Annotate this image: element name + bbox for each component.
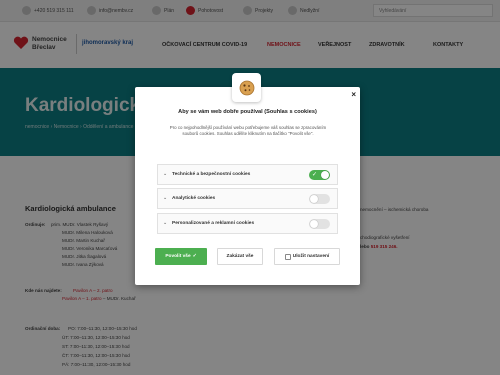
toggle-knob [310, 195, 318, 203]
cookie-category-analytics[interactable]: ⌄ Analytické cookies [157, 188, 338, 209]
settings-icon [284, 253, 291, 260]
close-button[interactable]: × [351, 90, 356, 99]
check-icon: ✓ [192, 254, 197, 259]
cookie-category-marketing[interactable]: ⌄ Personalizované a reklamní cookies [157, 213, 338, 234]
modal-description: Pro co nejpohodlnější používání webu pot… [169, 125, 327, 136]
cookie-consent-modal: × Aby se vám web dobře používal (Souhlas… [135, 87, 360, 285]
cookie-badge [232, 73, 261, 102]
check-icon: ✓ [312, 172, 318, 178]
cookie-category-technical[interactable]: ⌄ Technické a bezpečnostní cookies ✓ [157, 164, 338, 185]
reject-all-button[interactable]: Zakázat vše [217, 248, 263, 265]
accept-all-button[interactable]: Povolit vše ✓ [155, 248, 207, 265]
toggle-knob [321, 171, 329, 179]
chevron-down-icon: ⌄ [163, 220, 168, 226]
save-settings-button[interactable]: Uložit nastavení [274, 248, 340, 265]
cookie-icon [239, 80, 254, 95]
analytics-cookies-toggle[interactable] [309, 194, 330, 204]
toggle-knob [310, 220, 318, 228]
chevron-down-icon: ⌄ [163, 195, 168, 201]
marketing-cookies-toggle[interactable] [309, 219, 330, 229]
chevron-down-icon: ⌄ [163, 171, 168, 177]
technical-cookies-toggle[interactable]: ✓ [309, 170, 330, 180]
modal-title: Aby se vám web dobře používal (Souhlas s… [178, 109, 317, 115]
